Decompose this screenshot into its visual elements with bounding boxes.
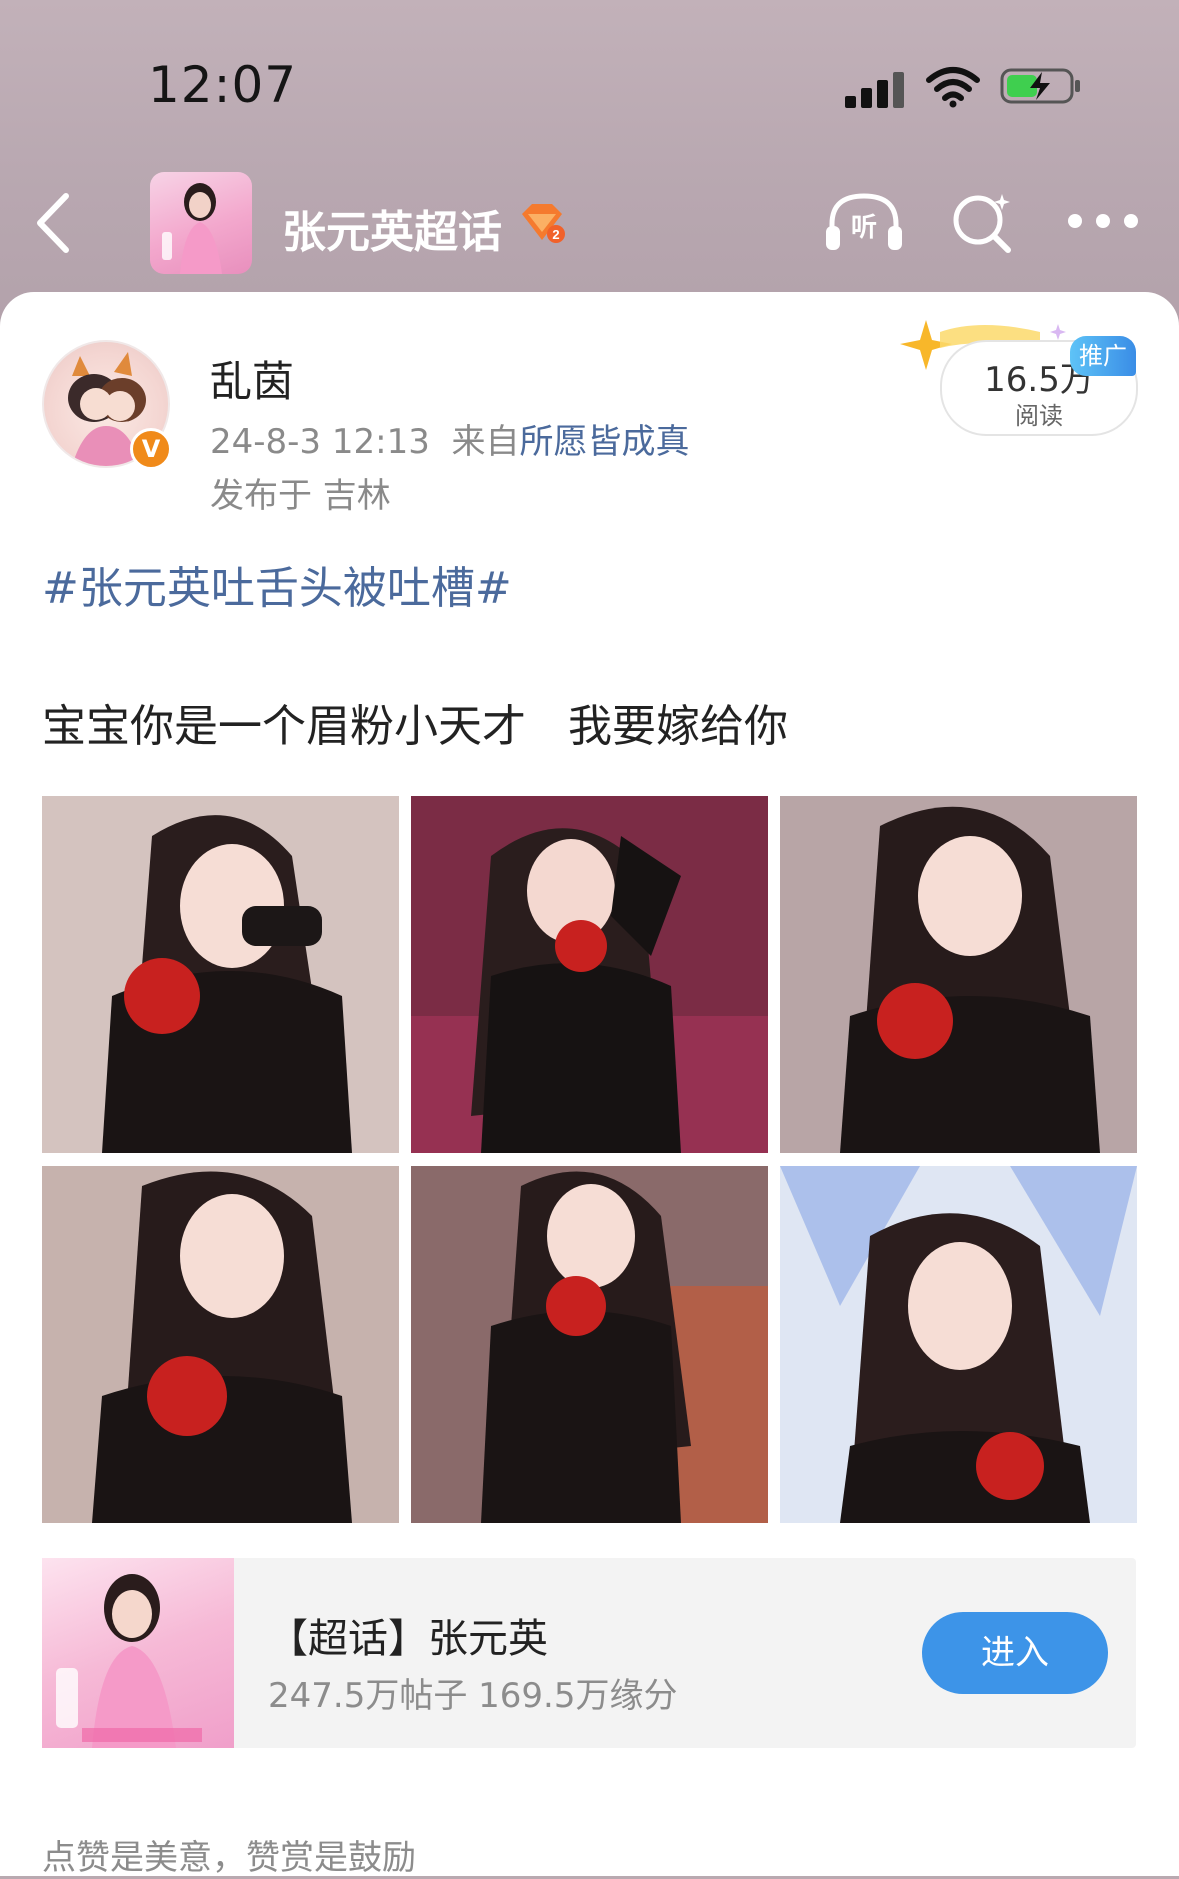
level-badge-icon: 2 (522, 204, 565, 243)
photo-2[interactable] (411, 796, 768, 1153)
post-text: 宝宝你是一个眉粉小天才 我要嫁给你 (42, 701, 788, 752)
level-badge-number: 2 (552, 227, 559, 242)
topic-card-stats: 247.5万帖子 169.5万缘分 (268, 1676, 678, 1716)
svg-text:听: 听 (851, 213, 877, 243)
back-icon[interactable] (32, 190, 76, 256)
post-time: 24-8-3 12:13 (210, 422, 430, 462)
topic-avatar[interactable] (150, 172, 252, 274)
search-icon[interactable] (950, 190, 1016, 256)
verified-badge: V (130, 428, 172, 470)
status-time: 12:07 (148, 56, 298, 114)
wifi-icon (926, 67, 980, 108)
hashtag-link[interactable]: #张元英吐舌头被吐槽# (42, 552, 512, 616)
more-icon[interactable] (1068, 214, 1138, 230)
photo-5[interactable] (411, 1166, 768, 1523)
post-meta: 24-8-3 12:13 来自所愿皆成真 (210, 414, 689, 463)
enter-button[interactable]: 进入 (922, 1612, 1108, 1694)
post-source[interactable]: 所愿皆成真 (519, 422, 689, 462)
photo-4[interactable] (42, 1166, 399, 1523)
signal-icon (845, 68, 907, 108)
post-location: 发布于 吉林 (210, 476, 391, 516)
battery-icon (1000, 68, 1080, 104)
topic-card-thumbnail (42, 1558, 234, 1748)
author-name[interactable]: 乱茵 (210, 348, 294, 409)
topic-title[interactable]: 张元英超话 (282, 196, 502, 260)
photo-3[interactable] (780, 796, 1137, 1153)
topic-card-title: 【超话】张元英 (268, 1616, 548, 1662)
topic-card[interactable]: 【超话】张元英 247.5万帖子 169.5万缘分 进入 (42, 1558, 1136, 1748)
source-prefix: 来自 (451, 422, 520, 462)
photo-1[interactable] (42, 796, 399, 1153)
read-label: 阅读 (1015, 402, 1063, 430)
listen-icon[interactable]: 听 (824, 190, 904, 254)
reward-prompt: 点赞是美意，赞赏是鼓励 (42, 1838, 416, 1878)
photo-6[interactable] (780, 1166, 1137, 1523)
promo-tag[interactable]: 推广 (1070, 336, 1136, 376)
